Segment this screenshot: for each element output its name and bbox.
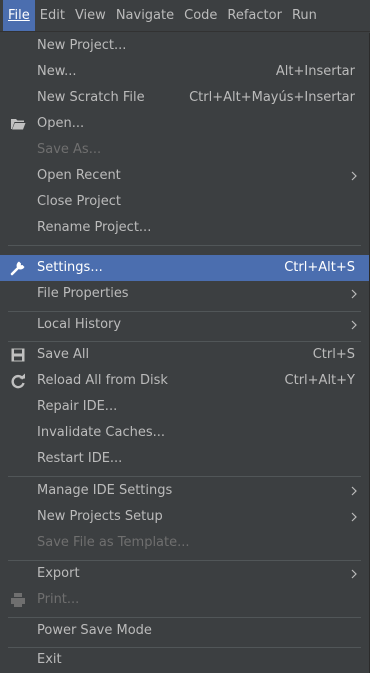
menu-code[interactable]: Code — [179, 0, 222, 31]
menu-item-shortcut: Ctrl+Alt+Mayús+Insertar — [189, 90, 355, 105]
menu-item-shortcut: Alt+Insertar — [275, 64, 355, 79]
menu-item-file-properties[interactable]: File Properties — [0, 281, 369, 307]
menu-file-label: File — [8, 8, 30, 23]
menu-item-repair-ide[interactable]: Repair IDE... — [0, 394, 369, 420]
file-menu-dropdown: New Project... New... Alt+Insertar New S… — [0, 33, 370, 673]
menu-item-save-as[interactable]: Save As... — [0, 137, 369, 163]
chevron-right-icon — [351, 171, 357, 181]
menu-item-label: New Project... — [37, 38, 127, 53]
menu-item-save-all[interactable]: Save All Ctrl+S — [0, 342, 369, 368]
menu-item-manage-ide-settings[interactable]: Manage IDE Settings — [0, 478, 369, 504]
menu-code-label: Code — [184, 8, 218, 23]
menu-view[interactable]: View — [70, 0, 111, 31]
chevron-right-icon — [351, 512, 357, 522]
menu-item-label: Local History — [37, 317, 122, 332]
menu-edit-label: Edit — [39, 8, 65, 23]
menu-item-label: Invalidate Caches... — [37, 425, 166, 440]
menu-item-exit[interactable]: Exit — [0, 647, 369, 673]
menu-run-label: Run — [291, 8, 317, 23]
menu-item-label: Reload All from Disk — [37, 373, 168, 388]
menu-item-close-project[interactable]: Close Project — [0, 189, 369, 215]
menu-refactor-label: Refactor — [227, 8, 282, 23]
menu-item-new[interactable]: New... Alt+Insertar — [0, 59, 369, 85]
menu-item-label: Manage IDE Settings — [37, 483, 173, 498]
menu-refactor[interactable]: Refactor — [222, 0, 287, 31]
menu-file[interactable]: File — [3, 0, 35, 31]
menu-view-label: View — [74, 8, 106, 23]
menu-separator — [8, 476, 361, 477]
menu-edit[interactable]: Edit — [35, 0, 70, 31]
menu-item-label: Print... — [37, 592, 80, 607]
menu-item-label: Rename Project... — [37, 220, 152, 235]
folder-icon — [11, 119, 26, 130]
menu-item-label: Restart IDE... — [37, 451, 123, 466]
menu-item-reload-all-from-disk[interactable]: Reload All from Disk Ctrl+Alt+Y — [0, 368, 369, 394]
menu-item-settings[interactable]: Settings... Ctrl+Alt+S — [0, 255, 369, 281]
chevron-right-icon — [351, 569, 357, 579]
menu-item-export[interactable]: Export — [0, 561, 369, 587]
menu-item-restart-ide[interactable]: Restart IDE... — [0, 446, 369, 472]
menu-item-shortcut: Ctrl+Alt+S — [284, 260, 355, 275]
menu-item-label: Export — [37, 566, 80, 581]
menu-separator — [8, 245, 361, 246]
menu-item-open-recent[interactable]: Open Recent — [0, 163, 369, 189]
menu-item-new-project[interactable]: New Project... — [0, 33, 369, 59]
menu-item-shortcut: Ctrl+S — [312, 347, 355, 362]
menu-item-power-save-mode[interactable]: Power Save Mode — [0, 618, 369, 644]
wrench-icon — [10, 261, 25, 276]
menu-item-open[interactable]: Open... — [0, 111, 369, 137]
menu-navigate-label: Navigate — [115, 8, 175, 23]
menu-item-local-history[interactable]: Local History — [0, 312, 369, 338]
chevron-right-icon — [351, 486, 357, 496]
menu-item-label: New Projects Setup — [37, 509, 163, 524]
menu-item-label: Save All — [37, 347, 90, 362]
menu-item-shortcut: Ctrl+Alt+Y — [284, 373, 355, 388]
menu-item-label: Save As... — [37, 142, 102, 157]
menu-item-save-file-as-template[interactable]: Save File as Template... — [0, 530, 369, 556]
menu-item-new-scratch-file[interactable]: New Scratch File Ctrl+Alt+Mayús+Insertar — [0, 85, 369, 111]
menu-item-label: Open... — [37, 116, 85, 131]
menu-item-label: Exit — [37, 652, 62, 667]
menu-item-label: Save File as Template... — [37, 535, 190, 550]
menu-item-label: Repair IDE... — [37, 399, 118, 414]
menu-navigate[interactable]: Navigate — [111, 0, 179, 31]
menu-item-print[interactable]: Print... — [0, 587, 369, 613]
chevron-right-icon — [351, 320, 357, 330]
chevron-right-icon — [351, 289, 357, 299]
menu-item-label: Settings... — [37, 260, 103, 275]
print-icon — [11, 593, 25, 607]
menu-item-label: New Scratch File — [37, 90, 145, 105]
menu-item-label: File Properties — [37, 286, 129, 301]
menu-item-invalidate-caches[interactable]: Invalidate Caches... — [0, 420, 369, 446]
reload-icon — [11, 373, 25, 389]
save-icon — [11, 348, 25, 362]
menu-item-label: Power Save Mode — [37, 623, 152, 638]
menu-bar: File Edit View Navigate Code Refactor Ru… — [0, 0, 370, 32]
menu-item-new-projects-setup[interactable]: New Projects Setup — [0, 504, 369, 530]
menu-item-label: New... — [37, 64, 77, 79]
menu-item-label: Open Recent — [37, 168, 121, 183]
menu-item-label: Close Project — [37, 194, 122, 209]
menu-run[interactable]: Run — [287, 0, 322, 31]
menu-item-rename-project[interactable]: Rename Project... — [0, 215, 369, 241]
